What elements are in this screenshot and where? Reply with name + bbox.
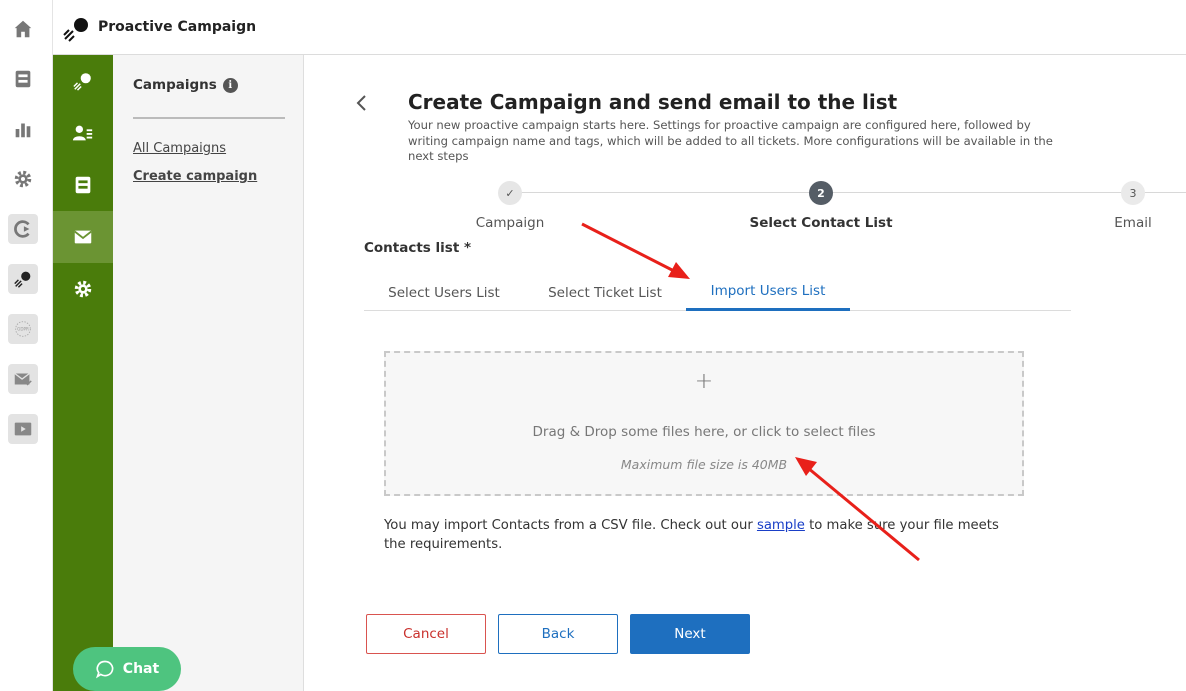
top-header: Proactive Campaign bbox=[53, 0, 1186, 55]
bar-chart-icon[interactable] bbox=[8, 114, 38, 144]
contacts-icon[interactable] bbox=[53, 107, 113, 159]
step-2-label: Select Contact List bbox=[749, 215, 893, 231]
dropzone-instructions: Drag & Drop some files here, or click to… bbox=[532, 424, 876, 440]
chat-button[interactable]: Chat bbox=[73, 647, 181, 691]
app-title: Proactive Campaign bbox=[98, 19, 257, 35]
page-description: Your new proactive campaign starts here.… bbox=[408, 118, 1053, 163]
proactive-icon[interactable] bbox=[53, 55, 113, 107]
step-1-label: Campaign bbox=[475, 215, 545, 231]
nav-link-create-campaign[interactable]: Create campaign bbox=[133, 169, 257, 184]
annotation-arrow-tab bbox=[581, 222, 677, 274]
info-icon[interactable]: i bbox=[222, 77, 238, 93]
back-chevron-icon[interactable] bbox=[352, 92, 372, 114]
import-note: You may import Contacts from a CSV file.… bbox=[384, 516, 1024, 554]
tab-import-users-list[interactable]: Import Users List bbox=[686, 274, 850, 311]
gear-icon[interactable] bbox=[53, 263, 113, 315]
module-sidebar bbox=[53, 55, 113, 691]
page-title: Create Campaign and send email to the li… bbox=[408, 90, 898, 114]
contacts-list-label: Contacts list * bbox=[364, 240, 472, 256]
nav-divider bbox=[133, 117, 285, 119]
plus-icon: + bbox=[694, 369, 714, 394]
app-rail: GDPR bbox=[0, 0, 53, 691]
sample-link[interactable]: sample bbox=[757, 518, 805, 533]
step-2-marker: 2 bbox=[809, 181, 833, 205]
campaigns-nav: Campaigns i All Campaigns Create campaig… bbox=[113, 55, 304, 691]
gdpr-label: GDPR bbox=[17, 326, 29, 331]
gdpr-icon[interactable]: GDPR bbox=[8, 314, 38, 344]
proactive-campaign-logo bbox=[63, 18, 88, 42]
gear-icon[interactable] bbox=[8, 164, 38, 194]
inbox-icon[interactable] bbox=[53, 159, 113, 211]
chat-label: Chat bbox=[122, 661, 160, 677]
max-file-size-note: Maximum file size is 40MB bbox=[620, 457, 788, 472]
home-icon[interactable] bbox=[8, 14, 38, 44]
nav-title: Campaigns i bbox=[133, 77, 238, 93]
step-1-check-icon: ✓ bbox=[498, 181, 522, 205]
file-dropzone[interactable]: + Drag & Drop some files here, or click … bbox=[384, 351, 1024, 496]
proactive-icon[interactable] bbox=[8, 264, 38, 294]
inbox-icon[interactable] bbox=[8, 64, 38, 94]
tab-select-ticket-list[interactable]: Select Ticket List bbox=[524, 274, 686, 311]
back-button[interactable]: Back bbox=[498, 614, 618, 654]
stepper-line bbox=[520, 192, 1186, 193]
mail-check-icon[interactable] bbox=[8, 364, 38, 394]
chat-bubble-icon bbox=[95, 660, 114, 679]
mail-icon[interactable] bbox=[53, 211, 113, 263]
cancel-button[interactable]: Cancel bbox=[366, 614, 486, 654]
nav-title-label: Campaigns bbox=[133, 77, 217, 93]
step-3-marker: 3 bbox=[1121, 181, 1145, 205]
step-3-label: Email bbox=[1114, 215, 1152, 231]
nav-link-all-campaigns[interactable]: All Campaigns bbox=[133, 141, 226, 156]
import-note-text-1: You may import Contacts from a CSV file.… bbox=[384, 518, 757, 533]
next-button[interactable]: Next bbox=[630, 614, 750, 654]
play-icon[interactable] bbox=[8, 414, 38, 444]
refresh-icon[interactable] bbox=[8, 214, 38, 244]
contact-source-tabs: Select Users List Select Ticket List Imp… bbox=[364, 274, 1071, 311]
tab-select-users-list[interactable]: Select Users List bbox=[364, 274, 524, 311]
